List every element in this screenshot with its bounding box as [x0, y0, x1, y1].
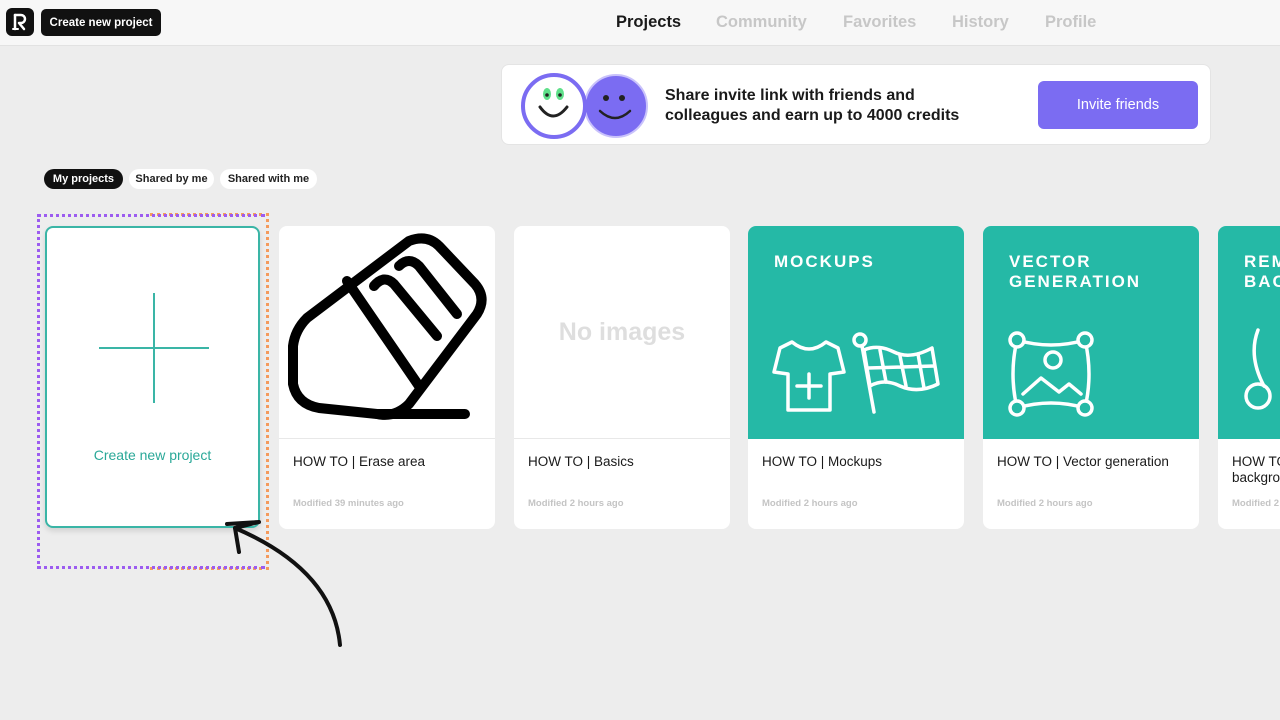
project-thumbnail: REM BAC	[1218, 226, 1280, 439]
top-bar: Create new project Projects Community Fa…	[0, 0, 1280, 46]
project-title: HOW TO | Mockups	[762, 454, 883, 469]
pointer-arrow-annotation	[225, 520, 342, 647]
project-card-remove-background[interactable]: REM BAC HOW TO backgro Modified 2	[1218, 226, 1280, 529]
project-modified: Modified 39 minutes ago	[293, 498, 404, 509]
main-nav: Projects Community Favorites History Pro…	[0, 13, 1280, 33]
project-modified: Modified 2 hours ago	[762, 498, 858, 509]
vector-image-icon	[1008, 331, 1094, 417]
tab-shared-by-me[interactable]: Shared by me	[129, 169, 214, 189]
invite-friends-button[interactable]: Invite friends	[1038, 81, 1198, 129]
project-card-basics[interactable]: No images HOW TO | Basics Modified 2 hou…	[514, 226, 730, 529]
project-card-erase-area[interactable]: HOW TO | Erase area Modified 39 minutes …	[279, 226, 495, 529]
project-thumbnail: No images	[514, 226, 730, 439]
project-title-line-1: HOW TO	[1232, 454, 1280, 469]
smiley-faces-illustration	[521, 73, 648, 139]
nav-profile[interactable]: Profile	[1045, 13, 1096, 32]
invite-text: Share invite link with friends and colle…	[665, 86, 1015, 126]
project-modified: Modified 2	[1232, 498, 1279, 509]
thumbnail-label: VECTOR GENERATION	[1009, 252, 1142, 291]
create-new-project-label: Create new project	[93, 447, 212, 463]
tshirt-flag-icon	[772, 332, 940, 414]
project-title: HOW TO backgro	[1232, 454, 1280, 486]
eraser-icon	[288, 233, 487, 420]
scissors-icon	[1244, 328, 1272, 410]
nav-community[interactable]: Community	[716, 13, 807, 32]
nav-history[interactable]: History	[952, 13, 1009, 32]
thumbnail-label: REM BAC	[1244, 252, 1280, 291]
project-card-vector-generation[interactable]: VECTOR GENERATION HOW TO | Vector genera…	[983, 226, 1199, 529]
nav-projects[interactable]: Projects	[616, 13, 681, 32]
thumbnail-label: MOCKUPS	[774, 252, 875, 271]
invite-banner: Share invite link with friends and colle…	[501, 64, 1211, 145]
tab-my-projects[interactable]: My projects	[44, 169, 123, 189]
project-modified: Modified 2 hours ago	[528, 498, 624, 509]
project-title: HOW TO | Vector generation	[997, 454, 1169, 469]
plus-icon-bar	[99, 347, 209, 349]
invite-text-line-1: Share invite link with friends and	[665, 87, 915, 104]
project-thumbnail: MOCKUPS	[748, 226, 964, 439]
nav-favorites[interactable]: Favorites	[843, 13, 916, 32]
project-title: HOW TO | Erase area	[293, 454, 426, 469]
project-card-mockups[interactable]: MOCKUPS HOW TO | Mockups Modified 2 hour…	[748, 226, 964, 529]
project-thumbnail	[279, 226, 495, 439]
create-new-project-card[interactable]: Create new project	[45, 226, 260, 528]
project-title-line-2: backgro	[1232, 470, 1280, 485]
invite-text-line-2: colleagues and earn up to 4000 credits	[665, 107, 960, 124]
tab-shared-with-me[interactable]: Shared with me	[220, 169, 317, 189]
project-thumbnail: VECTOR GENERATION	[983, 226, 1199, 439]
project-title: HOW TO | Basics	[528, 454, 634, 469]
project-modified: Modified 2 hours ago	[997, 498, 1093, 509]
no-images-placeholder: No images	[558, 318, 686, 346]
